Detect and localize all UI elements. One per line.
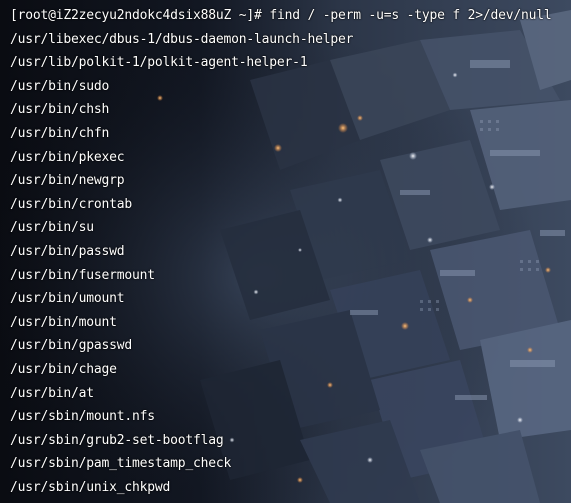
output-line: /usr/libexec/dbus-1/dbus-daemon-launch-h… <box>10 31 354 47</box>
output-line: /usr/bin/pkexec <box>10 149 125 165</box>
output-line: /usr/bin/mount <box>10 314 117 330</box>
output-line: /usr/bin/gpasswd <box>10 338 133 354</box>
terminal-window[interactable]: [root@iZ2zecyu2ndokc4dsix88uZ ~]# find /… <box>0 0 571 503</box>
output-line: /usr/sbin/unix_chkpwd <box>10 479 171 495</box>
output-line: /usr/bin/newgrp <box>10 173 125 189</box>
output-line: /usr/bin/sudo <box>10 78 110 94</box>
output-line: /usr/bin/at <box>10 385 94 401</box>
output-line: /usr/bin/crontab <box>10 196 133 212</box>
output-line: /usr/bin/chage <box>10 361 117 377</box>
shell-prompt: [root@iZ2zecyu2ndokc4dsix88uZ ~]# <box>10 8 270 23</box>
output-line: /usr/sbin/grub2-set-bootflag <box>10 432 224 448</box>
output-line: /usr/bin/chfn <box>10 125 110 141</box>
output-line: /usr/bin/su <box>10 220 94 236</box>
output-line: /usr/bin/umount <box>10 291 125 307</box>
output-line: /usr/bin/fusermount <box>10 267 155 283</box>
command-text: find / -perm -u=s -type f 2>/dev/null <box>269 8 552 23</box>
command-line: [root@iZ2zecyu2ndokc4dsix88uZ ~]# find /… <box>10 6 571 30</box>
output-line: /usr/bin/passwd <box>10 243 125 259</box>
output-line: /usr/bin/chsh <box>10 102 110 118</box>
output-line: /usr/lib/polkit-1/polkit-agent-helper-1 <box>10 55 308 71</box>
output-line: /usr/sbin/mount.nfs <box>10 409 155 425</box>
terminal-output[interactable]: [root@iZ2zecyu2ndokc4dsix88uZ ~]# find /… <box>0 0 571 503</box>
output-line: /usr/sbin/pam_timestamp_check <box>10 456 232 472</box>
